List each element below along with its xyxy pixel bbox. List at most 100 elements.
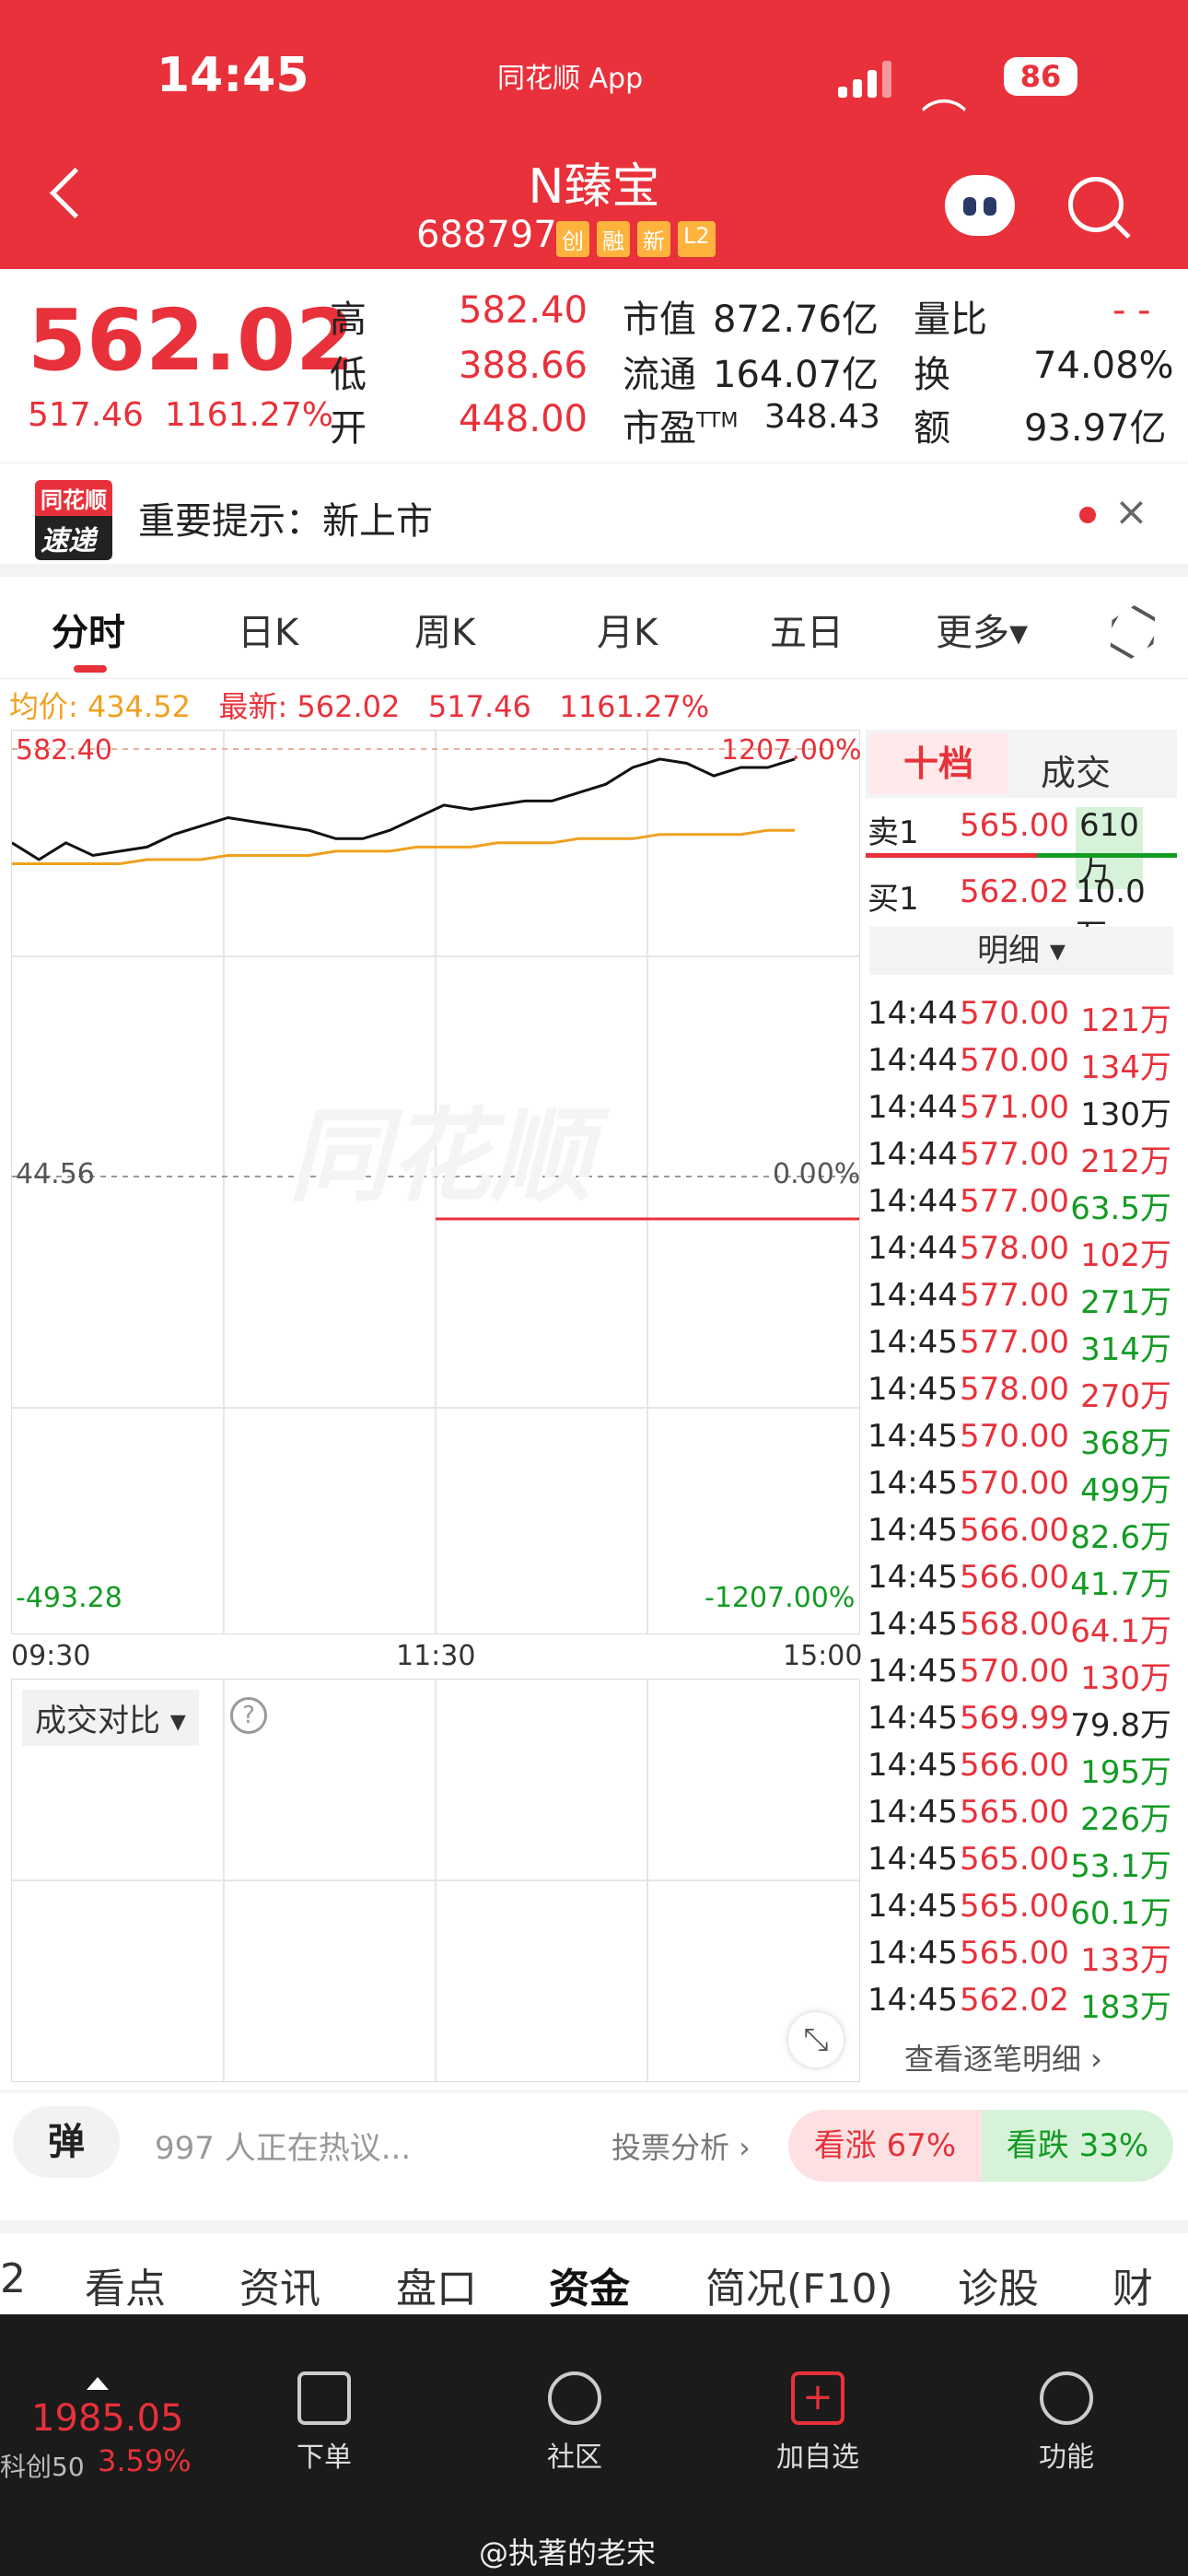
star-icon <box>548 2371 601 2425</box>
tab-monthly-k[interactable]: 月K <box>597 603 658 656</box>
vote-up-button[interactable]: 看涨 67% <box>788 2110 982 2182</box>
trade-time: 14:45 <box>868 1888 958 1925</box>
trade-row: 14:45 565.00 53.1万 <box>868 1841 1181 1888</box>
high-label: 高 <box>330 299 367 341</box>
trade-time: 14:45 <box>868 1841 958 1878</box>
detail-dropdown[interactable]: 明细 ▾ <box>869 927 1173 975</box>
trade-price: 577.00 <box>960 1183 1069 1220</box>
trade-row: 14:45 570.00 130万 <box>868 1653 1181 1700</box>
trade-time: 14:45 <box>868 1982 958 2019</box>
trade-volume: 82.6万 <box>1070 1519 1171 1556</box>
nav-functions[interactable]: 功能 <box>1011 2371 1122 2475</box>
nav-community[interactable]: 社区 <box>519 2371 630 2475</box>
trade-volume: 130万 <box>1080 1096 1171 1133</box>
trade-volume: 212万 <box>1080 1143 1171 1180</box>
time-label-close: 15:00 <box>783 1640 863 1672</box>
nav-add-watchlist[interactable]: + 加自选 <box>763 2371 873 2475</box>
trade-price: 578.00 <box>960 1230 1069 1267</box>
stock-tags: 创 融 新 L2 <box>556 221 716 257</box>
float-label: 流通 <box>623 354 696 396</box>
unread-dot <box>1079 507 1096 523</box>
top-price-label: 582.40 <box>16 734 112 767</box>
weibo-watermark: @执著的老宋 <box>479 2535 657 2570</box>
help-icon[interactable]: ? <box>230 1697 267 1734</box>
trade-time: 14:45 <box>868 1794 958 1831</box>
tab-ten-levels[interactable]: 十档 <box>869 733 1007 794</box>
index-value[interactable]: 1985.05 <box>31 2397 183 2440</box>
trade-time: 14:44 <box>868 1089 958 1126</box>
bullet-comment-button[interactable]: 弹 <box>13 2106 120 2178</box>
tag-rong: 融 <box>597 221 630 257</box>
chart-watermark: 同花顺 <box>288 1097 611 1215</box>
divider <box>0 564 1188 577</box>
stock-code: 688797 <box>416 214 557 256</box>
low-value: 388.66 <box>459 345 588 387</box>
mid-price-label: 44.56 <box>16 1158 95 1190</box>
turnover-label: 换 <box>914 354 950 396</box>
trade-volume: 133万 <box>1080 1942 1171 1979</box>
trade-volume: 102万 <box>1080 1237 1171 1274</box>
trade-price: 565.00 <box>960 1888 1069 1925</box>
trade-time: 14:44 <box>868 1230 958 1267</box>
trade-time: 14:45 <box>868 1418 958 1455</box>
trade-time: 14:45 <box>868 1935 958 1972</box>
trade-volume: 121万 <box>1080 1002 1171 1039</box>
turnover-value: 74.08% <box>1033 345 1174 387</box>
nav-order[interactable]: 下单 <box>269 2371 379 2475</box>
trade-time: 14:45 <box>868 1606 958 1643</box>
trade-volume: 195万 <box>1080 1754 1171 1791</box>
trade-time: 14:44 <box>868 995 958 1032</box>
trade-time: 14:45 <box>868 1653 958 1690</box>
signal-icon <box>838 61 893 98</box>
trade-row: 14:45 577.00 314万 <box>868 1324 1181 1371</box>
notice-bar[interactable]: 同花顺 速递 重要提示：新上市 <box>0 463 1188 565</box>
trade-price: 568.00 <box>960 1606 1069 1643</box>
trade-volume: 183万 <box>1080 1989 1171 2026</box>
trade-row: 14:45 565.00 133万 <box>868 1935 1181 1982</box>
trade-row: 14:44 570.00 121万 <box>868 995 1181 1042</box>
trade-row: 14:45 562.02 183万 <box>868 1982 1181 2029</box>
trade-price: 570.00 <box>960 1042 1069 1079</box>
intraday-chart[interactable]: 同花顺 582.40 1207.00% 44.56 0.00% -493.28 … <box>11 730 862 1634</box>
vote-down-button[interactable]: 看跌 33% <box>982 2110 1173 2182</box>
trade-volume: 226万 <box>1080 1801 1171 1838</box>
tab-partial[interactable]: 2 <box>0 2255 26 2302</box>
tab-trades[interactable]: 成交 <box>1041 744 1111 795</box>
trade-time: 14:44 <box>868 1136 958 1173</box>
tab-weekly-k[interactable]: 周K <box>414 603 475 656</box>
discussion-text[interactable]: 997 人正在热议... <box>155 2123 411 2168</box>
tab-handicap[interactable]: 盘口 <box>396 2255 477 2314</box>
trade-time: 14:45 <box>868 1512 958 1549</box>
search-icon[interactable] <box>1068 177 1124 232</box>
price-series-line <box>12 757 796 861</box>
tab-more[interactable]: 更多▾ <box>936 603 1028 656</box>
view-tick-detail-link[interactable]: 查看逐笔明细 › <box>904 2036 1102 2078</box>
trade-row: 14:44 577.00 63.5万 <box>868 1183 1181 1230</box>
tab-funds[interactable]: 资金 <box>549 2255 630 2314</box>
trade-price: 566.00 <box>960 1747 1069 1784</box>
trade-price: 570.00 <box>960 995 1069 1032</box>
high-value: 582.40 <box>459 289 588 332</box>
trade-price: 571.00 <box>960 1089 1069 1126</box>
tab-f10[interactable]: 简况(F10) <box>705 2255 893 2314</box>
vote-analysis-link[interactable]: 投票分析 › <box>611 2125 751 2167</box>
expand-icon[interactable]: ⤡ <box>788 2012 844 2067</box>
trade-volume: 63.5万 <box>1070 1190 1171 1227</box>
tab-diagnosis[interactable]: 诊股 <box>958 2255 1039 2314</box>
notice-logo: 同花顺 速递 <box>35 480 112 560</box>
tab-intraday[interactable]: 分时 <box>52 603 125 656</box>
tab-five-day[interactable]: 五日 <box>770 603 844 656</box>
tab-news[interactable]: 资讯 <box>239 2255 320 2314</box>
robot-assistant-icon[interactable] <box>945 175 1015 236</box>
trade-row: 14:45 566.00 195万 <box>868 1747 1181 1794</box>
index-name: 科创50 <box>0 2452 85 2482</box>
trade-row: 14:45 566.00 41.7万 <box>868 1559 1181 1606</box>
tab-highlights[interactable]: 看点 <box>85 2255 166 2314</box>
trade-volume: 60.1万 <box>1070 1895 1171 1932</box>
volume-compare-select[interactable]: 成交对比 ▾ <box>22 1690 199 1746</box>
intraday-chart-svg: 同花顺 <box>12 731 859 1633</box>
ask-1-row: 卖1 565.00 610万 <box>868 807 1143 889</box>
trade-volume: 130万 <box>1080 1660 1171 1697</box>
tab-daily-k[interactable]: 日K <box>238 603 298 656</box>
close-icon[interactable]: × <box>1114 488 1148 535</box>
